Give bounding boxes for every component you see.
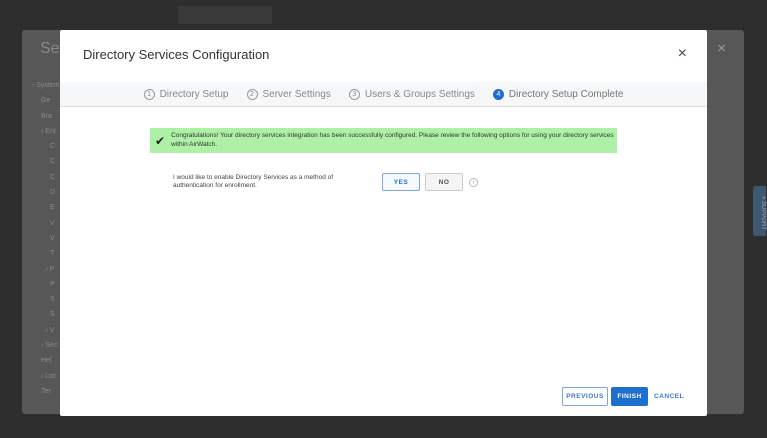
close-icon[interactable]: ×: [678, 45, 687, 63]
settings-tree-item[interactable]: D: [32, 185, 60, 200]
settings-tree-item[interactable]: C: [32, 154, 60, 169]
settings-tree-item[interactable]: T: [32, 246, 60, 261]
step-label: Server Settings: [262, 88, 331, 100]
support-tab[interactable]: « SUPPORT: [753, 186, 766, 236]
settings-tree-item[interactable]: › System: [32, 78, 60, 93]
finish-button[interactable]: FINISH: [611, 387, 648, 406]
settings-tree-item[interactable]: Ge: [32, 93, 60, 108]
step-setup-complete: 4 Directory Setup Complete: [492, 88, 624, 100]
success-message: Congratulations! Your directory services…: [171, 132, 614, 148]
wizard-steps: 1 Directory Setup 2 Server Settings 3 Users…: [60, 82, 707, 107]
top-bar-element: [178, 6, 272, 24]
step-users-groups: 3 Users & Groups Settings: [348, 88, 475, 100]
step-label: Directory Setup Complete: [508, 88, 624, 100]
settings-tree-item[interactable]: › Loc: [32, 369, 60, 384]
settings-tree: › System Ge Bra › Ent C C C D E V V T › P P S S › V › Sec…: [32, 78, 60, 399]
enable-directory-auth-label: I would like to enable Directory Service…: [173, 174, 334, 189]
settings-tree-item[interactable]: › Ent: [32, 124, 60, 139]
settings-tree-item[interactable]: Ter: [32, 384, 60, 399]
settings-tree-item[interactable]: Hel: [32, 353, 60, 368]
step-label: Users & Groups Settings: [364, 88, 475, 100]
step-number: 3: [348, 88, 360, 100]
settings-tree-item[interactable]: › Sec: [32, 338, 60, 353]
settings-tree-item[interactable]: V: [32, 216, 60, 231]
step-number: 2: [246, 88, 258, 100]
info-icon[interactable]: i: [469, 178, 478, 187]
checkmark-icon: ✔: [155, 133, 166, 148]
settings-tree-item[interactable]: C: [32, 139, 60, 154]
step-number: 1: [143, 88, 155, 100]
modal-title: Directory Services Configuration: [83, 47, 270, 62]
settings-tree-item[interactable]: C: [32, 170, 60, 185]
success-banner: ✔ Congratulations! Your directory servic…: [150, 128, 617, 153]
settings-tree-item[interactable]: › V: [32, 323, 60, 338]
settings-tree-item[interactable]: Bra: [32, 109, 60, 124]
no-button[interactable]: NO: [425, 173, 463, 191]
settings-tree-item[interactable]: P: [32, 277, 60, 292]
settings-tree-item[interactable]: › P: [32, 262, 60, 277]
settings-tree-item[interactable]: E: [32, 200, 60, 215]
settings-tree-item[interactable]: S: [32, 307, 60, 322]
step-label: Directory Setup: [159, 88, 229, 100]
directory-services-modal: Directory Services Configuration × 1 Dire…: [60, 30, 707, 416]
step-server-settings: 2 Server Settings: [246, 88, 331, 100]
step-directory-setup: 1 Directory Setup: [143, 88, 229, 100]
cancel-button[interactable]: CANCEL: [652, 387, 686, 406]
settings-tree-item[interactable]: S: [32, 292, 60, 307]
previous-button[interactable]: PREVIOUS: [562, 387, 608, 406]
settings-close-icon[interactable]: ×: [717, 40, 726, 57]
settings-tree-item[interactable]: V: [32, 231, 60, 246]
step-number-active: 4: [492, 88, 504, 100]
yes-button[interactable]: YES: [382, 173, 420, 191]
